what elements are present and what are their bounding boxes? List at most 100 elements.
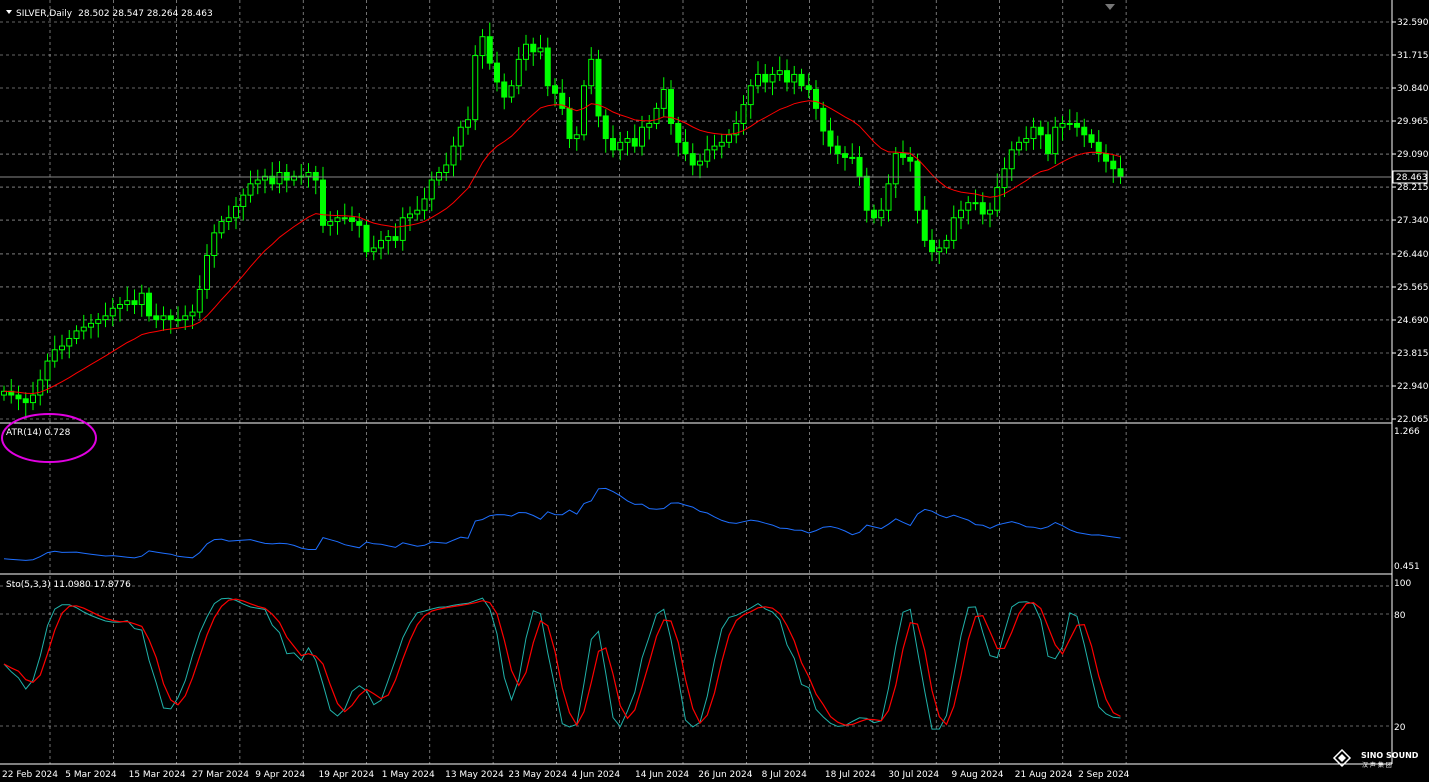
date-tick-label: 21 Aug 2024 bbox=[1015, 770, 1073, 780]
stoch-level-80: 80 bbox=[1394, 611, 1406, 621]
candle-body bbox=[414, 209, 421, 215]
candle-body bbox=[805, 85, 812, 91]
candle-body bbox=[537, 47, 544, 53]
candle-body bbox=[1081, 126, 1088, 136]
candle-body bbox=[871, 209, 877, 219]
candle-body bbox=[204, 254, 210, 290]
candle-body bbox=[965, 202, 972, 211]
candle-body bbox=[472, 55, 479, 121]
candle-body bbox=[762, 73, 769, 83]
candle-body bbox=[639, 126, 645, 147]
date-tick-label: 23 May 2024 bbox=[508, 770, 567, 780]
stoch-level-20: 20 bbox=[1394, 723, 1406, 733]
candle-body bbox=[631, 138, 638, 147]
date-tick-label: 15 Mar 2024 bbox=[129, 770, 186, 780]
candle-body bbox=[146, 292, 152, 317]
price-tick-label: 23.815 bbox=[1397, 349, 1429, 359]
candle-body bbox=[385, 236, 392, 241]
chart-frame bbox=[0, 0, 1393, 765]
candle-body bbox=[211, 232, 218, 256]
candle-body bbox=[370, 247, 377, 253]
candle-body bbox=[943, 239, 950, 249]
candle-body bbox=[283, 172, 290, 181]
candle-body bbox=[747, 85, 754, 106]
candle-body bbox=[341, 217, 348, 220]
candle-body bbox=[820, 107, 827, 132]
date-tick-label: 9 Apr 2024 bbox=[255, 770, 305, 780]
symbol-label: SILVER,Daily bbox=[16, 9, 73, 19]
candle-body bbox=[1037, 126, 1044, 136]
candle-body bbox=[334, 217, 341, 223]
candle-body bbox=[755, 73, 761, 87]
candle-body bbox=[501, 81, 508, 98]
collapse-triangle-icon[interactable] bbox=[6, 10, 12, 14]
candle-body bbox=[892, 153, 899, 185]
candle-body bbox=[305, 172, 312, 177]
candle-body bbox=[740, 104, 747, 124]
candle-body bbox=[1052, 126, 1059, 155]
candle-body bbox=[1117, 168, 1124, 177]
candle-body bbox=[486, 36, 493, 64]
candle-body bbox=[276, 172, 283, 185]
candle-body bbox=[1110, 160, 1117, 170]
candle-body bbox=[73, 330, 80, 339]
candle-body bbox=[972, 202, 979, 205]
candle-body bbox=[392, 236, 399, 241]
candle-body bbox=[907, 156, 914, 162]
candle-body bbox=[827, 130, 834, 147]
price-tick-label: 27.340 bbox=[1397, 216, 1429, 226]
logo-subtitle: 汉 声 集 团 bbox=[1362, 761, 1392, 769]
atr-min-label: 0.451 bbox=[1394, 562, 1420, 572]
candle-body bbox=[508, 85, 515, 98]
stochastic-d-line bbox=[3, 598, 1121, 727]
candle-body bbox=[784, 70, 790, 83]
candle-body bbox=[878, 209, 885, 219]
price-tick-label: 22.940 bbox=[1397, 382, 1429, 392]
candle-body bbox=[131, 300, 138, 306]
date-tick-label: 14 Jun 2024 bbox=[635, 770, 689, 780]
candle-body bbox=[660, 89, 667, 109]
candle-body bbox=[378, 239, 384, 249]
candle-body bbox=[95, 319, 102, 324]
candle-body bbox=[958, 209, 964, 219]
date-tick-label: 30 Jul 2024 bbox=[888, 770, 939, 780]
candle-body bbox=[1016, 141, 1022, 151]
date-tick-label: 27 Mar 2024 bbox=[192, 770, 249, 780]
candle-body bbox=[813, 89, 819, 109]
chart-area: 32.590 31.715 30.840 29.965 29.090 28.215 27.3… bbox=[0, 0, 1429, 780]
candle-body bbox=[218, 221, 225, 234]
candle-body bbox=[189, 311, 196, 317]
candle-body bbox=[704, 149, 711, 162]
price-tick-label: 22.065 bbox=[1397, 415, 1429, 425]
candle-body bbox=[240, 194, 247, 207]
price-tick-label: 32.590 bbox=[1397, 18, 1429, 28]
candle-body bbox=[552, 85, 558, 94]
date-tick-label: 1 May 2024 bbox=[382, 770, 435, 780]
candle-body bbox=[182, 315, 189, 321]
candle-body bbox=[109, 307, 116, 317]
candle-body bbox=[791, 73, 798, 83]
candle-body bbox=[987, 209, 993, 215]
candle-body bbox=[349, 217, 355, 223]
candle-body bbox=[363, 224, 370, 253]
candle-body bbox=[320, 179, 326, 226]
candle-body bbox=[1088, 134, 1095, 143]
candle-body bbox=[450, 145, 457, 166]
price-candles bbox=[1, 22, 1124, 417]
candle-body bbox=[682, 141, 689, 155]
candle-body bbox=[443, 164, 450, 174]
candle-body bbox=[175, 319, 181, 322]
candle-body bbox=[196, 288, 203, 313]
candle-body bbox=[936, 247, 943, 253]
stochastic-label: Sto(5,3,3) 11.0980 17.8776 bbox=[6, 580, 131, 590]
candle-body bbox=[428, 179, 435, 200]
price-axis: 32.590 31.715 30.840 29.965 29.090 28.215 27.3… bbox=[1392, 18, 1429, 425]
candle-body bbox=[711, 145, 718, 151]
candle-body bbox=[523, 43, 529, 60]
candle-body bbox=[863, 175, 870, 211]
candle-body bbox=[160, 315, 167, 321]
date-tick-label: 18 Jul 2024 bbox=[825, 770, 876, 780]
price-tick-label: 31.715 bbox=[1397, 51, 1429, 61]
candle-body bbox=[856, 156, 863, 177]
candle-body bbox=[914, 160, 921, 211]
